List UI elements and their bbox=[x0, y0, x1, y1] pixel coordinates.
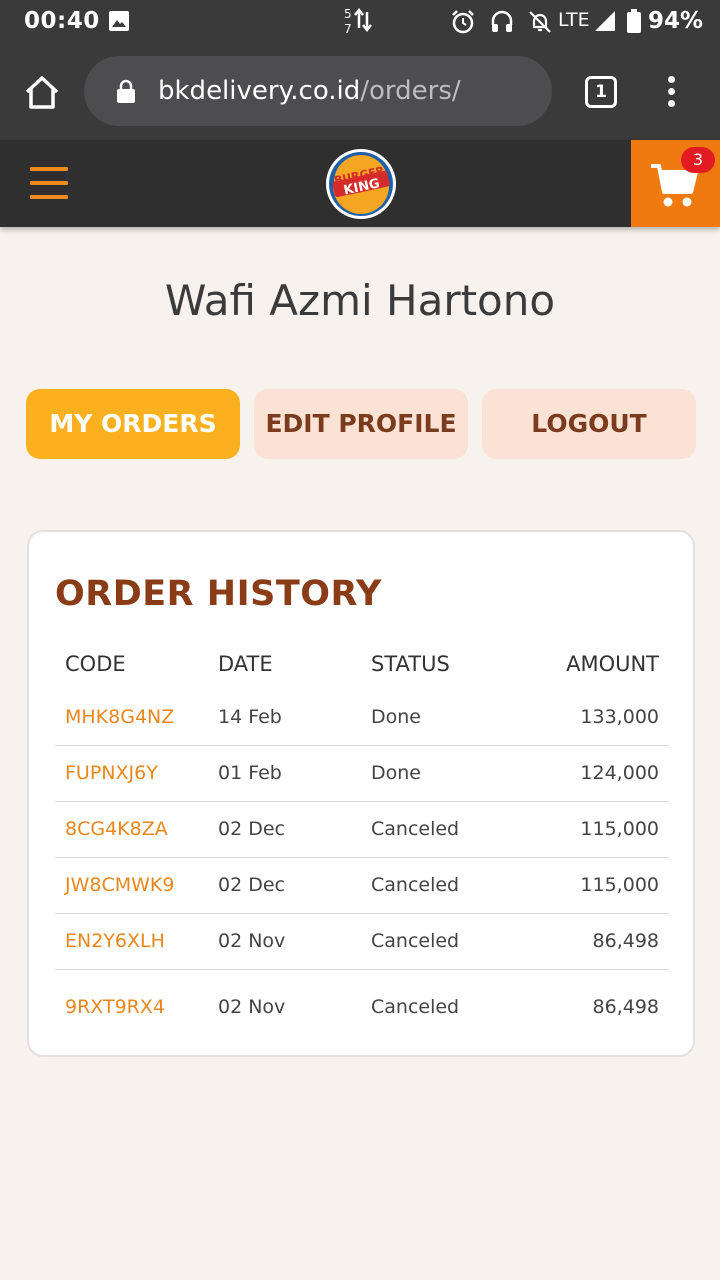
cart-button[interactable]: 3 bbox=[631, 140, 720, 227]
headset-icon bbox=[489, 9, 515, 39]
order-amount: 86,498 bbox=[592, 996, 659, 1018]
site-header: BURGER KING 3 bbox=[0, 140, 720, 227]
url-path: /orders/ bbox=[360, 76, 461, 106]
battery-percent: 94% bbox=[648, 8, 704, 34]
logout-button[interactable]: LOGOUT bbox=[482, 389, 696, 459]
order-code-link[interactable]: MHK8G4NZ bbox=[65, 706, 174, 728]
table-row: JW8CMWK9 02 Dec Canceled 115,000 bbox=[55, 858, 669, 914]
url-text: bkdelivery.co.id/orders/ bbox=[158, 76, 461, 106]
lock-icon bbox=[116, 79, 136, 107]
table-row: EN2Y6XLH 02 Nov Canceled 86,498 bbox=[55, 914, 669, 970]
url-host: bkdelivery.co.id bbox=[158, 76, 361, 106]
cart-count-badge: 3 bbox=[681, 147, 715, 173]
status-bar: 00:40 5 7 LTE 94% bbox=[0, 0, 720, 44]
order-history-card: ORDER HISTORY CODE DATE STATUS AMOUNT MH… bbox=[27, 530, 695, 1057]
order-date: 02 Dec bbox=[218, 874, 285, 896]
image-notification-icon bbox=[108, 10, 130, 36]
order-date: 01 Feb bbox=[218, 762, 282, 784]
order-status: Done bbox=[371, 706, 421, 728]
more-vert-icon[interactable] bbox=[665, 76, 677, 108]
edit-profile-button[interactable]: EDIT PROFILE bbox=[254, 389, 468, 459]
order-status: Canceled bbox=[371, 930, 460, 952]
order-amount: 115,000 bbox=[580, 818, 659, 840]
order-date: 02 Nov bbox=[218, 996, 286, 1018]
order-date: 02 Nov bbox=[218, 930, 286, 952]
table-row: FUPNXJ6Y 01 Feb Done 124,000 bbox=[55, 746, 669, 802]
order-amount: 86,498 bbox=[592, 930, 659, 952]
tab-switcher-button[interactable]: 1 bbox=[585, 76, 617, 108]
order-code-link[interactable]: 8CG4K8ZA bbox=[65, 818, 168, 840]
network-type: LTE bbox=[558, 9, 590, 31]
table-row: 8CG4K8ZA 02 Dec Canceled 115,000 bbox=[55, 802, 669, 858]
my-orders-button[interactable]: MY ORDERS bbox=[26, 389, 240, 459]
order-amount: 133,000 bbox=[580, 706, 659, 728]
profile-name: Wafi Azmi Hartono bbox=[164, 276, 556, 325]
data-up-label: 5 bbox=[344, 7, 352, 21]
notifications-off-icon bbox=[527, 9, 553, 39]
order-code-link[interactable]: JW8CMWK9 bbox=[65, 874, 174, 896]
order-code-link[interactable]: FUPNXJ6Y bbox=[65, 762, 158, 784]
url-bar[interactable]: bkdelivery.co.id/orders/ bbox=[84, 56, 552, 126]
order-code-link[interactable]: EN2Y6XLH bbox=[65, 930, 165, 952]
header-amount: AMOUNT bbox=[566, 652, 659, 676]
data-transfer-icon: 5 7 bbox=[342, 6, 376, 40]
status-time: 00:40 bbox=[24, 8, 100, 34]
order-date: 02 Dec bbox=[218, 818, 285, 840]
header-code: CODE bbox=[65, 652, 126, 676]
table-row: 9RXT9RX4 02 Nov Canceled 86,498 bbox=[55, 970, 669, 1046]
burger-king-logo[interactable]: BURGER KING bbox=[325, 148, 397, 220]
order-amount: 124,000 bbox=[580, 762, 659, 784]
order-status: Canceled bbox=[371, 818, 460, 840]
header-status: STATUS bbox=[371, 652, 450, 676]
header-date: DATE bbox=[218, 652, 273, 676]
signal-icon bbox=[593, 10, 617, 36]
order-code-link[interactable]: 9RXT9RX4 bbox=[65, 996, 165, 1018]
browser-toolbar: bkdelivery.co.id/orders/ 1 bbox=[0, 44, 720, 140]
order-status: Done bbox=[371, 762, 421, 784]
table-row: MHK8G4NZ 14 Feb Done 133,000 bbox=[55, 690, 669, 746]
battery-icon bbox=[627, 9, 641, 37]
order-status: Canceled bbox=[371, 996, 460, 1018]
order-status: Canceled bbox=[371, 874, 460, 896]
order-amount: 115,000 bbox=[580, 874, 659, 896]
hamburger-menu-icon[interactable] bbox=[30, 167, 68, 199]
home-icon[interactable] bbox=[22, 73, 62, 113]
order-date: 14 Feb bbox=[218, 706, 282, 728]
data-down-label: 7 bbox=[344, 22, 352, 36]
order-history-title: ORDER HISTORY bbox=[55, 574, 382, 614]
table-header: CODE DATE STATUS AMOUNT bbox=[55, 652, 669, 688]
alarm-icon bbox=[450, 9, 476, 39]
